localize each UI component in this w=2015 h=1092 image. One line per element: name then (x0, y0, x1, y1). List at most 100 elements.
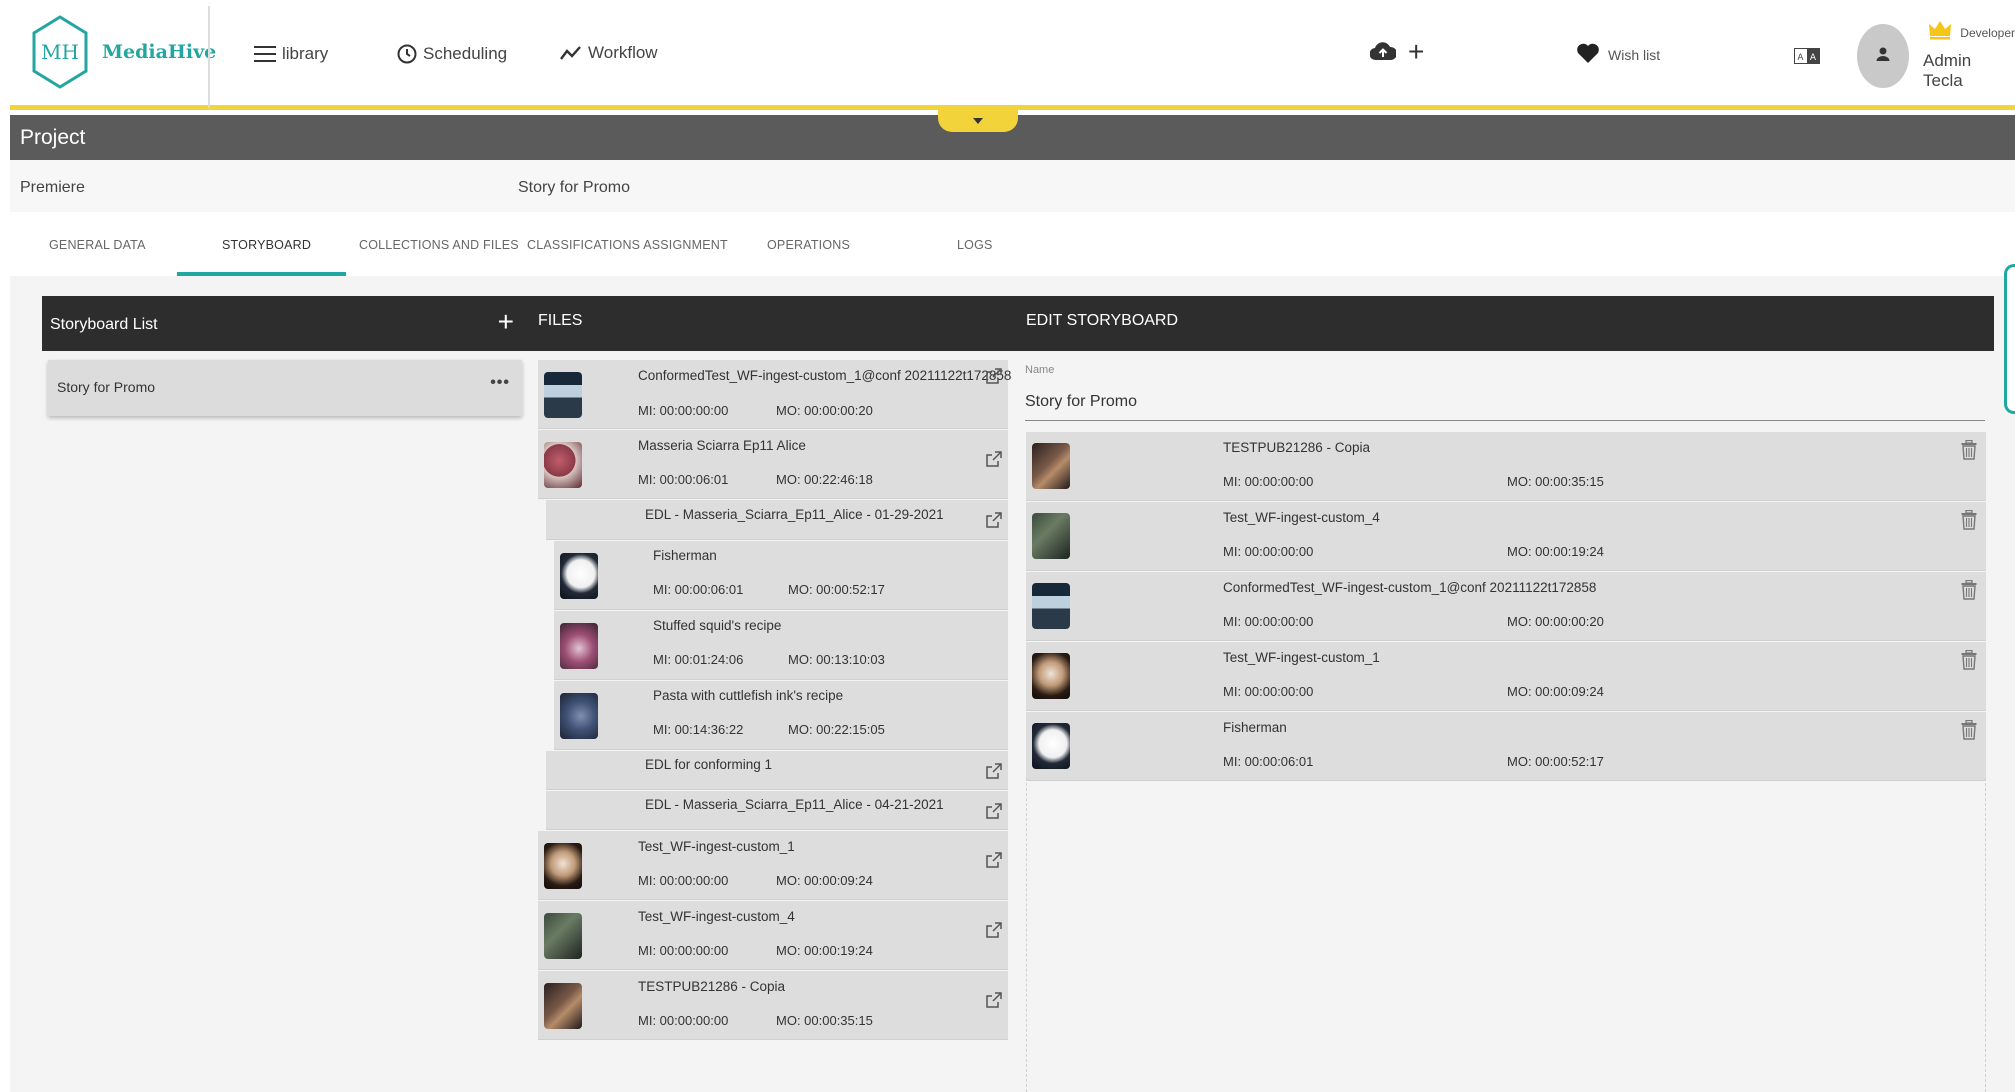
file-title: EDL - Masseria_Sciarra_Ep11_Alice - 01-2… (645, 507, 944, 522)
file-title: Pasta with cuttlefish ink's recipe (653, 688, 844, 703)
side-panel-handle[interactable] (2004, 264, 2015, 414)
storyboard-drop-zone[interactable] (1026, 778, 1986, 1092)
project-type: Premiere (20, 179, 85, 196)
file-row[interactable]: Masseria Sciarra Ep11 Alice MI: 00:00:06:… (538, 430, 1008, 499)
file-row[interactable]: Stuffed squid's recipe MI: 00:01:24:06 MO:… (554, 611, 1008, 680)
logo-hexagon-icon: MH (32, 15, 88, 89)
file-row[interactable]: Fisherman MI: 00:00:06:01 MO: 00:00:52:17 (554, 541, 1008, 610)
trash-icon[interactable] (1961, 439, 1977, 465)
menu-icon (254, 45, 276, 63)
mark-out: MO: 00:00:52:17 (1507, 754, 1604, 769)
external-link-icon[interactable] (986, 368, 1002, 389)
collapse-header-toggle[interactable] (938, 110, 1018, 132)
file-row[interactable]: Test_WF-ingest-custom_1 MI: 00:00:00:00 MO… (538, 831, 1008, 900)
avatar[interactable] (1857, 24, 1909, 88)
add-storyboard-button[interactable]: + (498, 308, 514, 336)
external-link-icon[interactable] (986, 512, 1002, 533)
mark-out: MO: 00:00:09:24 (776, 873, 873, 888)
mark-out: MO: 00:00:19:24 (776, 943, 873, 958)
more-options-icon[interactable]: ••• (490, 374, 510, 392)
tab-storyboard[interactable]: STORYBOARD (222, 238, 311, 252)
storyboard-clip-row[interactable]: TESTPUB21286 - Copia MI: 00:00:00:00 MO: 0… (1026, 432, 1986, 501)
clip-thumbnail (1032, 513, 1070, 559)
clip-thumbnail (1032, 583, 1070, 629)
mark-in: MI: 00:00:06:01 (638, 472, 729, 487)
plus-icon[interactable]: + (1408, 38, 1424, 66)
trash-icon[interactable] (1961, 649, 1977, 675)
user-role: Developer (1960, 25, 2015, 40)
tab-operations[interactable]: OPERATIONS (767, 238, 850, 252)
heart-icon (1576, 42, 1600, 67)
trash-icon[interactable] (1961, 579, 1977, 605)
mark-in: MI: 00:14:36:22 (653, 722, 744, 737)
mark-out: MO: 00:00:52:17 (788, 582, 885, 597)
chevron-down-icon (972, 112, 984, 130)
file-title: Fisherman (653, 548, 717, 563)
user-name: Admin Tecla (1923, 51, 1972, 90)
file-title: Masseria Sciarra Ep11 Alice (638, 438, 806, 453)
clip-title: Fisherman (1223, 720, 1287, 735)
external-link-icon[interactable] (986, 991, 1002, 1013)
file-thumbnail (560, 552, 598, 599)
external-link-icon[interactable] (986, 851, 1002, 873)
clock-icon (397, 44, 417, 64)
file-thumbnail (544, 912, 582, 959)
logo-text: MediaHive (102, 41, 217, 63)
nav-workflow-label: Workflow (588, 43, 658, 62)
upload-icon[interactable] (1369, 42, 1398, 67)
header-divider (208, 6, 210, 108)
mark-out: MO: 00:00:35:15 (1507, 474, 1604, 489)
tab-general-data[interactable]: GENERAL DATA (49, 238, 146, 252)
edl-row[interactable]: EDL for conforming 1 (546, 751, 1008, 790)
file-row[interactable]: Test_WF-ingest-custom_4 MI: 00:00:00:00 MO… (538, 901, 1008, 970)
file-thumbnail (544, 371, 582, 418)
trash-icon[interactable] (1961, 719, 1977, 745)
clip-title: Test_WF-ingest-custom_4 (1223, 510, 1380, 525)
storyboard-clip-row[interactable]: Test_WF-ingest-custom_4 MI: 00:00:00:00 MO… (1026, 502, 1986, 571)
storyboard-list-item[interactable]: Story for Promo ••• (48, 360, 522, 416)
project-info-bar: Premiere Story for Promo (10, 160, 2015, 212)
nav-library[interactable]: library (254, 44, 328, 64)
mark-in: MI: 00:00:00:00 (638, 403, 729, 418)
edl-row[interactable]: EDL - Masseria_Sciarra_Ep11_Alice - 04-2… (546, 791, 1008, 830)
trash-icon[interactable] (1961, 509, 1977, 535)
nav-workflow[interactable]: Workflow (560, 43, 658, 63)
clip-thumbnail (1032, 653, 1070, 699)
edit-storyboard-title: EDIT STORYBOARD (1026, 312, 1179, 329)
file-title: Test_WF-ingest-custom_1 (638, 839, 795, 854)
nav-scheduling[interactable]: Scheduling (397, 44, 507, 64)
file-row[interactable]: ConformedTest_WF-ingest-custom_1@conf 20… (538, 360, 1011, 429)
wish-list-label: Wish list (1608, 46, 1661, 63)
tab-bar: GENERAL DATA STORYBOARD COLLECTIONS AND … (10, 214, 2015, 276)
external-link-icon[interactable] (986, 762, 1002, 784)
svg-text:MH: MH (41, 40, 79, 64)
file-row[interactable]: TESTPUB21286 - Copia MI: 00:00:00:00 MO: 0… (538, 971, 1008, 1040)
file-thumbnail (544, 441, 582, 488)
clip-title: TESTPUB21286 - Copia (1223, 440, 1371, 455)
external-link-icon[interactable] (986, 802, 1002, 824)
edit-storyboard-header: EDIT STORYBOARD (1006, 296, 1994, 351)
file-thumbnail (560, 692, 598, 739)
mark-in: MI: 00:00:00:00 (638, 873, 729, 888)
mark-in: MI: 00:00:00:00 (1223, 614, 1314, 629)
storyboard-clip-row[interactable]: Fisherman MI: 00:00:06:01 MO: 00:00:52:17 (1026, 712, 1986, 781)
file-row[interactable]: Pasta with cuttlefish ink's recipe MI: 00… (554, 681, 1008, 750)
logo[interactable]: MH MediaHive (32, 15, 216, 89)
storyboard-clip-row[interactable]: ConformedTest_WF-ingest-custom_1@conf 20… (1026, 572, 1986, 641)
storyboard-clip-row[interactable]: Test_WF-ingest-custom_1 MI: 00:00:00:00 MO… (1026, 642, 1986, 711)
project-name: Story for Promo (518, 179, 631, 196)
storyboard-list-title: Storyboard List (50, 316, 158, 333)
language-icon[interactable]: AA (1794, 48, 1820, 69)
tab-logs[interactable]: LOGS (957, 238, 993, 252)
storyboard-name-input[interactable]: Story for Promo (1025, 393, 1137, 411)
mark-in: MI: 00:00:06:01 (1223, 754, 1314, 769)
user-info[interactable]: Developer Admin Tecla (1923, 20, 2015, 91)
edl-row[interactable]: EDL - Masseria_Sciarra_Ep11_Alice - 01-2… (546, 500, 1008, 540)
storyboard-name-label: Name (1025, 364, 1055, 376)
tab-classifications-assignment[interactable]: CLASSIFICATIONS ASSIGNMENT (527, 238, 728, 252)
wish-list-button[interactable]: Wish list (1576, 42, 1660, 67)
file-title: Stuffed squid's recipe (653, 618, 782, 633)
external-link-icon[interactable] (986, 921, 1002, 943)
external-link-icon[interactable] (986, 450, 1002, 472)
tab-collections-and-files[interactable]: COLLECTIONS AND FILES (359, 238, 519, 252)
